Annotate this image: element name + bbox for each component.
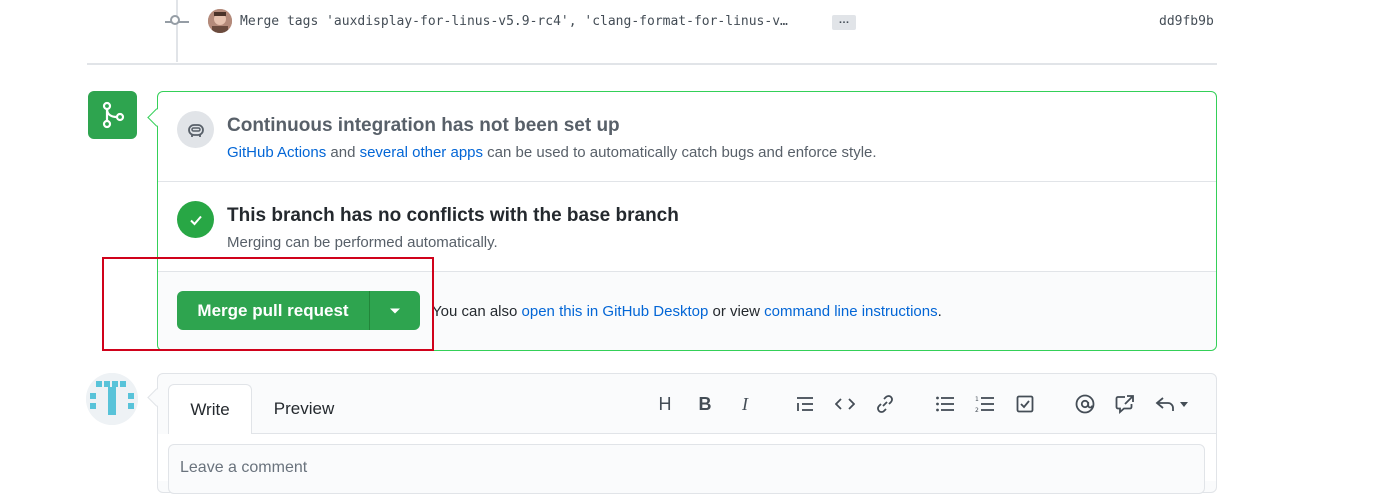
italic-icon: I [742, 393, 748, 414]
ordered-list-icon: 12 [975, 396, 994, 413]
merge-box-separator [158, 181, 1216, 182]
open-in-desktop-link[interactable]: open this in GitHub Desktop [522, 303, 709, 320]
ci-status-description: GitHub Actions and several other apps ca… [227, 144, 877, 161]
commit-message-link[interactable]: Merge tags 'auxdisplay-for-linus-v5.9-rc… [240, 14, 788, 29]
unordered-list-button[interactable] [932, 391, 958, 417]
merge-alternatives-text: You can also open this in GitHub Desktop… [432, 303, 942, 320]
link-button[interactable] [872, 391, 898, 417]
git-merge-icon [88, 91, 137, 139]
conflicts-status-title: This branch has no conflicts with the ba… [227, 205, 679, 226]
check-icon [177, 201, 214, 238]
command-line-instructions-link[interactable]: command line instructions [764, 303, 937, 320]
ci-status-title: Continuous integration has not been set … [227, 115, 620, 136]
timeline-divider [87, 63, 1217, 65]
commit-sha-link[interactable]: dd9fb9b [1159, 14, 1214, 29]
reply-dropdown-button[interactable] [1152, 391, 1192, 417]
timeline-line [176, 0, 178, 62]
conflicts-status-description: Merging can be performed automatically. [227, 234, 498, 251]
tasklist-icon [1016, 395, 1034, 413]
svg-text:2: 2 [975, 407, 979, 413]
other-apps-link[interactable]: several other apps [360, 144, 483, 161]
mention-button[interactable] [1072, 391, 1098, 417]
quote-icon [797, 397, 813, 411]
robot-icon [177, 111, 214, 148]
github-actions-link[interactable]: GitHub Actions [227, 144, 326, 161]
bold-icon: B [698, 393, 712, 414]
commit-expand-button[interactable]: … [832, 15, 856, 30]
commit-node-icon [170, 15, 180, 25]
heading-button[interactable]: H [652, 391, 678, 417]
cross-reference-icon [1115, 395, 1134, 414]
italic-button[interactable]: I [732, 391, 758, 417]
user-avatar[interactable] [86, 373, 138, 425]
bold-button[interactable]: B [692, 391, 718, 417]
quote-button[interactable] [792, 391, 818, 417]
heading-icon: H [658, 393, 672, 414]
reply-icon [1155, 397, 1188, 411]
ordered-list-button[interactable]: 12 [972, 391, 998, 417]
code-icon [835, 398, 855, 410]
cross-reference-button[interactable] [1112, 391, 1138, 417]
link-icon [877, 395, 893, 413]
tab-preview[interactable]: Preview [260, 384, 348, 434]
tab-write[interactable]: Write [168, 384, 252, 434]
commit-author-avatar[interactable] [208, 9, 232, 33]
tasklist-button[interactable] [1012, 391, 1038, 417]
mention-icon [1075, 394, 1095, 414]
tabs-underline [252, 433, 1216, 434]
unordered-list-icon [936, 396, 954, 412]
code-button[interactable] [832, 391, 858, 417]
svg-text:1: 1 [975, 396, 979, 403]
highlight-annotation-box [102, 257, 434, 351]
comment-textarea[interactable]: Leave a comment [168, 444, 1205, 494]
